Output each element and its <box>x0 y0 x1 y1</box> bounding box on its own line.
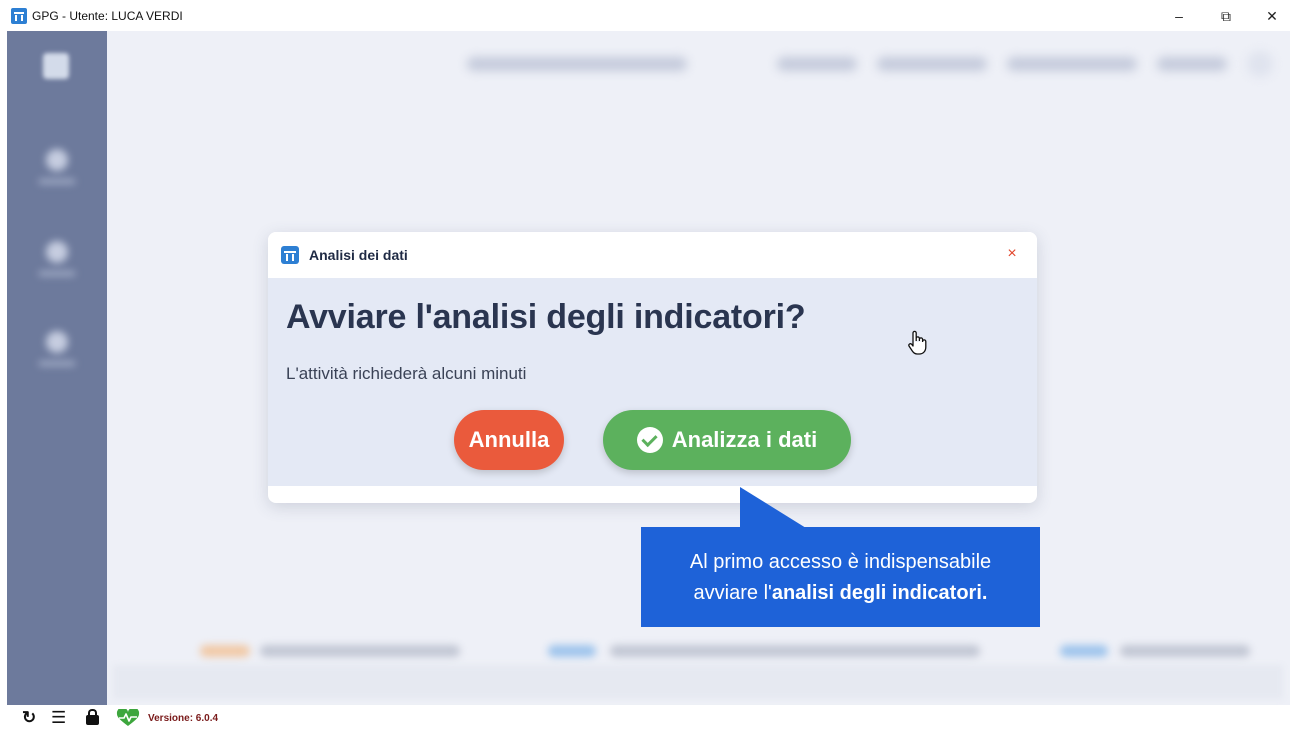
callout-line-1: Al primo accesso è indispensabile <box>689 551 992 573</box>
blurred-tag <box>1060 645 1108 657</box>
blurred-text <box>1120 645 1250 657</box>
dialog-body: Avviare l'analisi degli indicatori? L'at… <box>268 278 1037 486</box>
callout-line-2-prefix: avviare l' <box>693 582 772 604</box>
analysis-dialog: Analisi dei dati × Avviare l'analisi deg… <box>268 232 1037 503</box>
blurred-toolbar-item <box>877 57 987 71</box>
app-logo-icon <box>11 8 27 24</box>
blurred-search-bar <box>467 57 687 71</box>
blurred-tag <box>548 645 596 657</box>
analyze-data-button-label: Analizza i dati <box>671 427 818 452</box>
blurred-toolbar-item <box>1157 57 1227 71</box>
callout-text: Al primo accesso è indispensabile avviar… <box>641 547 1040 609</box>
dialog-header: Analisi dei dati × <box>268 232 1037 278</box>
sidebar-item-blurred <box>37 241 77 295</box>
cancel-button[interactable]: Annulla <box>454 410 564 470</box>
app-logo-icon <box>281 246 299 264</box>
sidebar-item-blurred <box>37 331 77 385</box>
status-bar: ↻ ☰ Versione: 6.0.4 <box>0 705 1293 729</box>
hamburger-menu-icon[interactable]: ☰ <box>51 709 66 727</box>
minimize-button[interactable]: – <box>1157 3 1201 29</box>
hand-pointer-icon <box>908 330 927 355</box>
blurred-avatar <box>1247 51 1273 77</box>
callout-line-2-bold: analisi degli indicatori. <box>771 582 988 604</box>
sidebar-logo-icon <box>43 53 69 79</box>
dialog-close-button[interactable]: × <box>1002 243 1022 265</box>
version-label: Versione: 6.0.4 <box>148 713 219 724</box>
maximize-button[interactable]: ⧉ <box>1204 3 1248 29</box>
callout-pointer <box>740 487 806 528</box>
dialog-heading: Avviare l'analisi degli indicatori? <box>286 298 806 336</box>
dialog-subtitle: L'attività richiederà alcuni minuti <box>286 364 527 383</box>
blurred-text <box>260 645 460 657</box>
blurred-toolbar-item <box>1007 57 1137 71</box>
callout-line-2: avviare l'analisi degli indicatori. <box>641 578 1040 609</box>
window-titlebar: GPG - Utente: LUCA VERDI – ⧉ ✕ <box>0 0 1293 31</box>
close-window-button[interactable]: ✕ <box>1250 3 1293 29</box>
sidebar <box>7 31 107 705</box>
cancel-button-label: Annulla <box>468 427 550 452</box>
sidebar-item-blurred <box>37 149 77 203</box>
refresh-icon[interactable]: ↻ <box>22 709 36 727</box>
blurred-text <box>610 645 980 657</box>
tutorial-callout: Al primo accesso è indispensabile avviar… <box>641 527 1040 627</box>
blurred-tag <box>200 645 250 657</box>
window-title: GPG - Utente: LUCA VERDI <box>32 9 183 23</box>
check-circle-icon <box>636 427 663 453</box>
analyze-data-button[interactable]: Analizza i dati <box>603 410 851 470</box>
blurred-toolbar-item <box>777 57 857 71</box>
heartbeat-icon[interactable] <box>116 709 140 727</box>
lock-icon[interactable] <box>86 709 99 725</box>
dialog-title: Analisi dei dati <box>309 247 408 263</box>
blurred-bottom-strip <box>113 665 1283 699</box>
